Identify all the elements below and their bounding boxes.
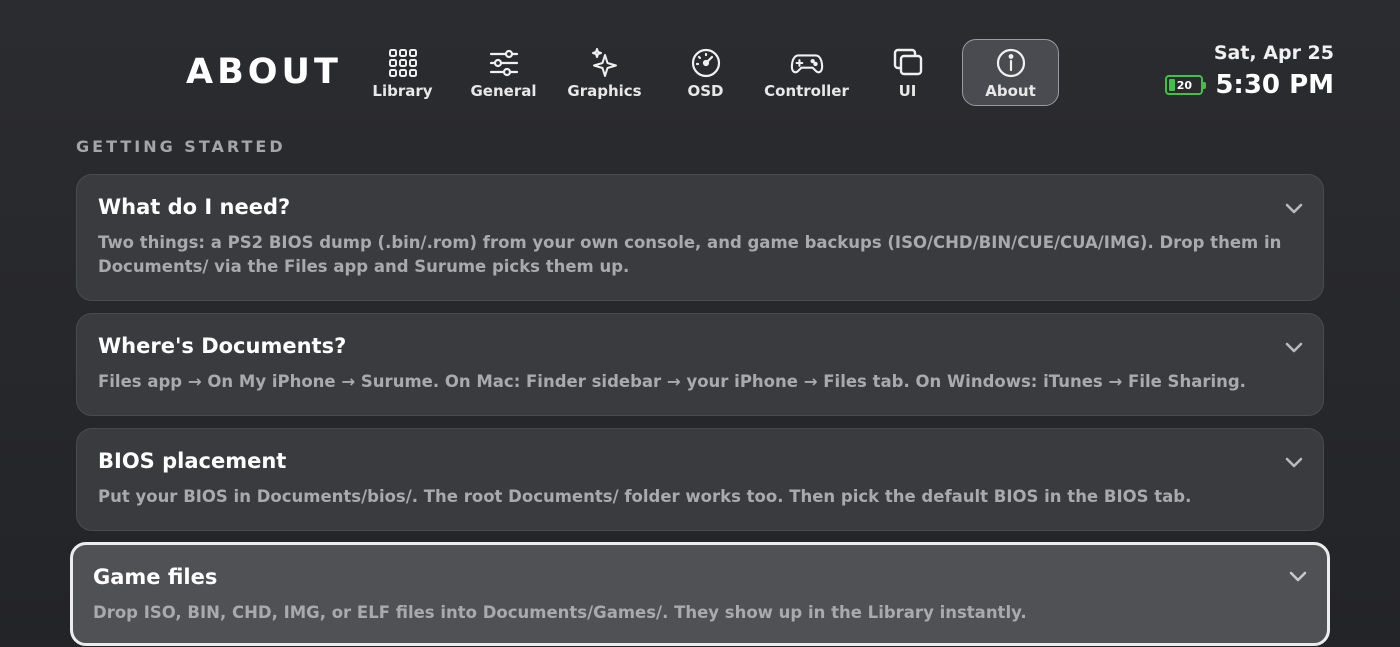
tab-label: About (985, 81, 1036, 100)
chevron-down-icon (1285, 457, 1303, 468)
battery-fill (1169, 79, 1176, 91)
tab-label: General (470, 81, 537, 100)
faq-item-focused[interactable]: Game files Drop ISO, BIN, CHD, IMG, or E… (70, 542, 1330, 646)
sliders-icon (487, 46, 521, 80)
tab-general[interactable]: General (453, 39, 554, 106)
faq-item[interactable]: Where's Documents? Files app → On My iPh… (76, 313, 1324, 416)
faq-item-body: Files app → On My iPhone → Surume. On Ma… (98, 372, 1246, 391)
tab-about[interactable]: About (962, 39, 1059, 106)
tab-label: UI (898, 81, 917, 100)
tab-bar: Library General Graphics OSD Controller … (352, 39, 1059, 106)
tab-label: Library (372, 81, 433, 100)
tab-ui[interactable]: UI (857, 39, 958, 106)
tab-library[interactable]: Library (352, 39, 453, 106)
time-row: 20 5:30 PM (1165, 70, 1334, 100)
section-title: GETTING STARTED (76, 137, 286, 156)
tab-label: Graphics (567, 81, 642, 100)
faq-item-body: Put your BIOS in Documents/bios/. The ro… (98, 487, 1192, 506)
grid-icon (386, 46, 420, 80)
faq-item-title: Where's Documents? (98, 334, 347, 358)
tab-graphics[interactable]: Graphics (554, 39, 655, 106)
gamepad-icon (790, 46, 824, 80)
faq-item-body: Two things: a PS2 BIOS dump (.bin/.rom) … (98, 233, 1282, 276)
faq-item[interactable]: BIOS placement Put your BIOS in Document… (76, 428, 1324, 531)
faq-item-body: Drop ISO, BIN, CHD, IMG, or ELF files in… (93, 603, 1027, 622)
tab-controller[interactable]: Controller (756, 39, 857, 106)
date-text: Sat, Apr 25 (1213, 42, 1334, 64)
tab-label: OSD (687, 81, 724, 100)
chevron-down-icon (1285, 342, 1303, 353)
status-clock: Sat, Apr 25 20 5:30 PM (1165, 42, 1334, 100)
chevron-down-icon (1285, 203, 1303, 214)
tab-label: Controller (764, 81, 849, 100)
gauge-icon (689, 46, 723, 80)
tab-osd[interactable]: OSD (655, 39, 756, 106)
faq-item[interactable]: What do I need? Two things: a PS2 BIOS d… (76, 174, 1324, 301)
chevron-down-icon (1289, 571, 1307, 582)
sparkles-icon (588, 46, 622, 80)
page-title: ABOUT (186, 52, 342, 92)
time-text: 5:30 PM (1215, 70, 1334, 100)
battery-level: 20 (1176, 78, 1192, 92)
faq-item-title: BIOS placement (98, 449, 287, 473)
windows-icon (891, 46, 925, 80)
faq-item-title: What do I need? (98, 195, 291, 219)
battery-icon: 20 (1165, 75, 1207, 95)
info-icon (994, 46, 1028, 80)
faq-item-title: Game files (93, 565, 218, 589)
